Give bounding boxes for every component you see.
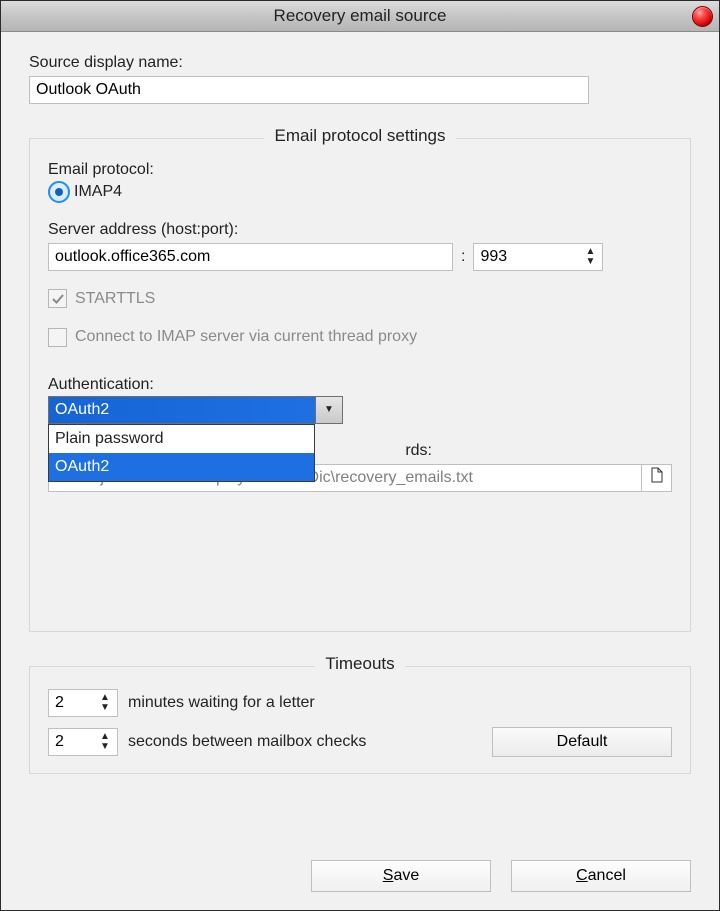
cancel-button[interactable]: Cancel (511, 860, 691, 892)
timeouts-group: Timeouts minutes waiting for a letter se… (29, 666, 691, 774)
checkmark-icon (52, 293, 64, 305)
default-button[interactable]: Default (492, 727, 672, 757)
check-seconds-input[interactable] (48, 728, 118, 756)
check-seconds-stepper[interactable] (48, 728, 118, 756)
starttls-label: STARTTLS (75, 290, 155, 308)
file-field-label-fragment: rds: (405, 442, 432, 460)
protocol-imap4-radio[interactable]: IMAP4 (48, 181, 122, 203)
auth-option-plain[interactable]: Plain password (49, 425, 314, 453)
source-name-input[interactable] (29, 76, 589, 104)
chevron-down-icon (315, 397, 342, 423)
server-port-input[interactable] (473, 243, 603, 271)
window-title: Recovery email source (1, 6, 719, 26)
radio-checked-icon (48, 181, 70, 203)
wait-minutes-label: minutes waiting for a letter (128, 694, 315, 712)
protocol-imap4-label: IMAP4 (74, 183, 122, 201)
auth-option-oauth2[interactable]: OAuth2 (49, 453, 314, 481)
browse-file-button[interactable] (642, 464, 672, 492)
host-port-separator: : (461, 248, 465, 266)
authentication-label: Authentication: (48, 376, 672, 394)
file-icon (650, 467, 664, 488)
server-address-label: Server address (host:port): (48, 221, 672, 239)
source-name-block: Source display name: (29, 54, 691, 104)
email-protocol-group: Email protocol settings Email protocol: … (29, 138, 691, 632)
server-port-stepper[interactable] (473, 243, 603, 271)
thread-proxy-label: Connect to IMAP server via current threa… (75, 328, 417, 346)
dialog-window: Recovery email source Source display nam… (0, 0, 720, 911)
source-name-label: Source display name: (29, 54, 691, 72)
check-seconds-label: seconds between mailbox checks (128, 733, 366, 751)
server-host-input[interactable] (48, 243, 453, 271)
authentication-combobox[interactable]: OAuth2 (48, 396, 343, 424)
timeouts-legend: Timeouts (30, 654, 690, 674)
authentication-selected: OAuth2 (55, 401, 109, 419)
starttls-checkbox: STARTTLS (48, 289, 155, 308)
wait-minutes-input[interactable] (48, 689, 118, 717)
thread-proxy-checkbox: Connect to IMAP server via current threa… (48, 328, 417, 347)
authentication-dropdown: Plain password OAuth2 (48, 424, 315, 482)
dialog-button-row: Save Cancel (29, 842, 691, 892)
dialog-body: Source display name: Email protocol sett… (1, 32, 719, 910)
save-button[interactable]: Save (311, 860, 491, 892)
email-protocol-legend: Email protocol settings (30, 126, 690, 146)
close-icon[interactable] (692, 6, 713, 27)
wait-minutes-stepper[interactable] (48, 689, 118, 717)
email-protocol-label: Email protocol: (48, 161, 672, 179)
titlebar: Recovery email source (1, 1, 719, 32)
